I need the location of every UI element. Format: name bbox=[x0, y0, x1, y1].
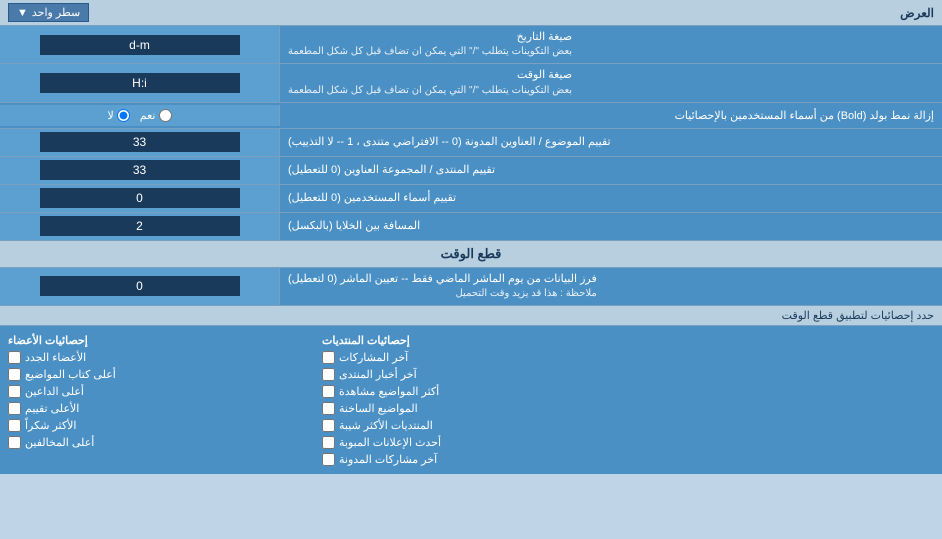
cell-spacing-input-container bbox=[0, 213, 280, 240]
new-members-label: الأعضاء الجدد bbox=[25, 351, 86, 364]
last-posts-item: آخر المشاركات bbox=[322, 349, 620, 366]
time-format-input-container bbox=[0, 64, 280, 101]
date-format-sublabel: بعض التكوينات يتطلب "/" التي يمكن ان تضا… bbox=[288, 45, 572, 59]
bold-remove-label: إزالة نمط بولد (Bold) من أسماء المستخدمي… bbox=[280, 105, 942, 126]
top-rated-label: الأعلى تقييم bbox=[25, 402, 79, 415]
top-rated-item: الأعلى تقييم bbox=[8, 400, 306, 417]
new-members-checkbox[interactable] bbox=[8, 351, 21, 364]
top-inviters-label: أعلى الداعين bbox=[25, 385, 84, 398]
user-order-input-container bbox=[0, 185, 280, 212]
blog-posts-item: آخر مشاركات المدونة bbox=[322, 451, 620, 468]
hot-topics-item: المواضيع الساخنة bbox=[322, 400, 620, 417]
checkbox-col-empty bbox=[628, 330, 942, 470]
checkboxes-container: إحصائيات المنتديات آخر المشاركات آخر أخب… bbox=[0, 326, 942, 474]
forum-order-input[interactable] bbox=[40, 160, 240, 180]
cutoff-input-container bbox=[0, 268, 280, 305]
user-order-input[interactable] bbox=[40, 188, 240, 208]
forum-stats-header-item: إحصائيات المنتديات bbox=[322, 332, 620, 349]
last-posts-label: آخر المشاركات bbox=[339, 351, 408, 364]
top-inviters-item: أعلى الداعين bbox=[8, 383, 306, 400]
most-thanked-label: الأكثر شكراً bbox=[25, 419, 76, 432]
limit-row: حدد إحصائيات لتطبيق قطع الوقت bbox=[0, 306, 942, 326]
new-members-item: الأعضاء الجدد bbox=[8, 349, 306, 366]
most-viewed-checkbox[interactable] bbox=[322, 385, 335, 398]
topic-order-label: تقييم الموضوع / العناوين المدونة (0 -- ا… bbox=[280, 129, 942, 156]
date-format-title: صيغة التاريخ bbox=[288, 30, 572, 45]
forum-news-item: آخر أخبار المنتدى bbox=[322, 366, 620, 383]
top-violators-label: أعلى المخالفين bbox=[25, 436, 94, 449]
time-format-sublabel: بعض التكوينات يتطلب "/" التي يمكن ان تضا… bbox=[288, 84, 572, 98]
top-writers-label: أعلى كتاب المواضيع bbox=[25, 368, 116, 381]
most-similar-checkbox[interactable] bbox=[322, 419, 335, 432]
checkbox-col-forums: إحصائيات المنتديات آخر المشاركات آخر أخب… bbox=[314, 330, 628, 470]
top-rated-checkbox[interactable] bbox=[8, 402, 21, 415]
top-writers-checkbox[interactable] bbox=[8, 368, 21, 381]
date-format-row: صيغة التاريخ بعض التكوينات يتطلب "/" الت… bbox=[0, 26, 942, 64]
last-posts-checkbox[interactable] bbox=[322, 351, 335, 364]
most-similar-label: المنتديات الأكثر شيبة bbox=[339, 419, 433, 432]
classified-ads-label: أحدث الإعلانات المبوبة bbox=[339, 436, 441, 449]
date-format-label: صيغة التاريخ بعض التكوينات يتطلب "/" الت… bbox=[280, 26, 942, 63]
page-title: العرض bbox=[89, 6, 934, 20]
time-format-title: صيغة الوقت bbox=[288, 68, 572, 83]
classified-ads-checkbox[interactable] bbox=[322, 436, 335, 449]
bold-remove-row: إزالة نمط بولد (Bold) من أسماء المستخدمي… bbox=[0, 103, 942, 129]
forum-order-label: تقييم المنتدى / المجموعة العناوين (0 للت… bbox=[280, 157, 942, 184]
most-viewed-item: أكثر المواضيع مشاهدة bbox=[322, 383, 620, 400]
bold-yes-option: نعم bbox=[140, 109, 172, 122]
cutoff-input[interactable] bbox=[40, 276, 240, 296]
member-stats-header: إحصائيات الأعضاء bbox=[8, 334, 88, 347]
cutoff-section-header: قطع الوقت bbox=[0, 241, 942, 268]
topic-order-input[interactable] bbox=[40, 132, 240, 152]
top-inviters-checkbox[interactable] bbox=[8, 385, 21, 398]
hot-topics-label: المواضيع الساخنة bbox=[339, 402, 418, 415]
cutoff-label: فرز البيانات من يوم الماشر الماضي فقط --… bbox=[280, 268, 942, 305]
date-format-input-container bbox=[0, 26, 280, 63]
user-order-row: تقييم أسماء المستخدمين (0 للتعطيل) bbox=[0, 185, 942, 213]
bold-no-radio[interactable] bbox=[117, 109, 130, 122]
time-format-label: صيغة الوقت بعض التكوينات يتطلب "/" التي … bbox=[280, 64, 942, 101]
most-viewed-label: أكثر المواضيع مشاهدة bbox=[339, 385, 439, 398]
bold-yes-label: نعم bbox=[140, 109, 156, 122]
bold-no-label: لا bbox=[108, 109, 114, 122]
bold-no-option: لا bbox=[108, 109, 130, 122]
blog-posts-checkbox[interactable] bbox=[322, 453, 335, 466]
time-format-row: صيغة الوقت بعض التكوينات يتطلب "/" التي … bbox=[0, 64, 942, 102]
top-violators-checkbox[interactable] bbox=[8, 436, 21, 449]
main-container: العرض سطر واحد ▼ صيغة التاريخ بعض التكوي… bbox=[0, 0, 942, 474]
hot-topics-checkbox[interactable] bbox=[322, 402, 335, 415]
topic-order-row: تقييم الموضوع / العناوين المدونة (0 -- ا… bbox=[0, 129, 942, 157]
cutoff-note: ملاحظة : هذا قد يزيد وقت التحميل bbox=[288, 287, 597, 301]
most-thanked-item: الأكثر شكراً bbox=[8, 417, 306, 434]
user-order-label: تقييم أسماء المستخدمين (0 للتعطيل) bbox=[280, 185, 942, 212]
forum-stats-header: إحصائيات المنتديات bbox=[322, 334, 410, 347]
bold-yes-radio[interactable] bbox=[159, 109, 172, 122]
top-violators-item: أعلى المخالفين bbox=[8, 434, 306, 451]
date-format-input[interactable] bbox=[40, 35, 240, 55]
time-format-input[interactable] bbox=[40, 73, 240, 93]
dropdown-label: سطر واحد bbox=[32, 6, 80, 19]
forum-news-label: آخر أخبار المنتدى bbox=[339, 368, 417, 381]
cutoff-main-row: فرز البيانات من يوم الماشر الماضي فقط --… bbox=[0, 268, 942, 306]
dropdown-arrow-icon: ▼ bbox=[17, 7, 28, 19]
topic-order-input-container bbox=[0, 129, 280, 156]
checkbox-col-members: إحصائيات الأعضاء الأعضاء الجدد أعلى كتاب… bbox=[0, 330, 314, 470]
most-thanked-checkbox[interactable] bbox=[8, 419, 21, 432]
forum-order-row: تقييم المنتدى / المجموعة العناوين (0 للت… bbox=[0, 157, 942, 185]
cell-spacing-input[interactable] bbox=[40, 216, 240, 236]
most-similar-item: المنتديات الأكثر شيبة bbox=[322, 417, 620, 434]
display-dropdown[interactable]: سطر واحد ▼ bbox=[8, 3, 89, 22]
bold-remove-options: نعم لا bbox=[0, 105, 280, 126]
classified-ads-item: أحدث الإعلانات المبوبة bbox=[322, 434, 620, 451]
cell-spacing-label: المسافة بين الخلايا (بالبكسل) bbox=[280, 213, 942, 240]
blog-posts-label: آخر مشاركات المدونة bbox=[339, 453, 437, 466]
header-row: العرض سطر واحد ▼ bbox=[0, 0, 942, 26]
forum-order-input-container bbox=[0, 157, 280, 184]
member-stats-header-item: إحصائيات الأعضاء bbox=[8, 332, 306, 349]
cell-spacing-row: المسافة بين الخلايا (بالبكسل) bbox=[0, 213, 942, 241]
forum-news-checkbox[interactable] bbox=[322, 368, 335, 381]
cutoff-title: فرز البيانات من يوم الماشر الماضي فقط --… bbox=[288, 272, 597, 287]
top-writers-item: أعلى كتاب المواضيع bbox=[8, 366, 306, 383]
